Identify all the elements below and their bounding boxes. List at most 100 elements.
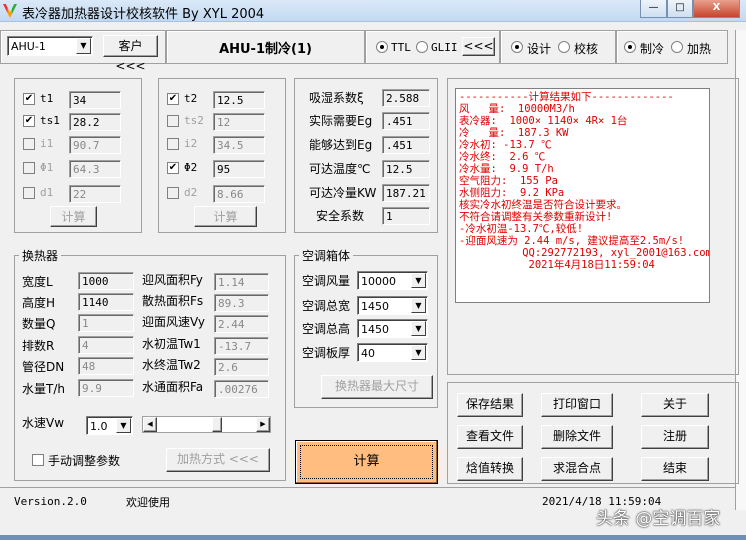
radio-heat[interactable] (671, 41, 683, 53)
radio-glii[interactable] (416, 41, 428, 53)
chevron-down-icon: ▼ (76, 38, 91, 54)
action-button-4[interactable]: 删除文件 (541, 425, 613, 449)
outlet-checkbox-1[interactable] (167, 115, 179, 127)
exchanger-right-label-2: 迎面风速Vy (142, 315, 205, 329)
inlet-input-1[interactable]: 28.2 (69, 113, 121, 131)
exchanger-right-input-4: 2.6 (214, 358, 269, 376)
ahu-select-1[interactable]: 1450 ▼ (357, 296, 428, 315)
action-button-3[interactable]: 查看文件 (457, 425, 523, 449)
action-button-1[interactable]: 打印窗口 (541, 393, 613, 417)
radio-ttl[interactable] (376, 41, 388, 53)
coeff-input-5[interactable]: 1 (382, 207, 430, 225)
exchanger-left-input-1[interactable]: 1140 (78, 293, 134, 311)
ahu-select-value: 1450 (361, 323, 389, 336)
ahu-label-2: 空调总高 (302, 322, 351, 336)
inlet-checkbox-3[interactable] (23, 162, 35, 174)
ahu-label-1: 空调总宽 (302, 299, 351, 313)
result-line: 2021年4月18日11:59:04 (459, 259, 655, 271)
inlet-calc-button[interactable]: 计算 (50, 206, 97, 227)
exchanger-right-label-0: 迎风面积Fy (142, 273, 203, 287)
exchanger-left-input-0[interactable]: 1000 (78, 272, 134, 290)
outlet-calc-button[interactable]: 计算 (194, 206, 257, 227)
water-speed-select[interactable]: 1.0 ▼ (86, 416, 133, 435)
water-speed-label: 水速Vw (22, 416, 65, 430)
exchanger-left-input-2[interactable]: 1 (78, 314, 134, 332)
outlet-input-1[interactable]: 12 (213, 113, 265, 131)
radio-glii-label: GLII (431, 41, 458, 54)
outlet-input-4[interactable]: 8.66 (213, 185, 265, 203)
inlet-input-4[interactable]: 22 (69, 185, 121, 203)
exchanger-left-input-3[interactable]: 4 (78, 336, 134, 354)
action-button-6[interactable]: 焓值转换 (457, 457, 523, 481)
action-button-7[interactable]: 求混合点 (541, 457, 613, 481)
maximize-button[interactable]: □ (667, 0, 693, 18)
inlet-checkbox-1[interactable]: ✔ (23, 115, 35, 127)
ahu-select-3[interactable]: 40 ▼ (357, 343, 428, 362)
inlet-checkbox-2[interactable] (23, 138, 35, 150)
radio-design[interactable] (511, 41, 523, 53)
inlet-label-1: ts1 (40, 114, 60, 127)
inlet-checkbox-4[interactable] (23, 187, 35, 199)
inlet-input-3[interactable]: 64.3 (69, 160, 121, 178)
radio-cool-label: 制冷 (640, 42, 665, 56)
close-button[interactable]: X (693, 0, 740, 18)
action-button-5[interactable]: 注册 (641, 425, 709, 449)
client-button[interactable]: 客户<<< (103, 35, 158, 73)
welcome-label: 欢迎使用 (126, 496, 170, 509)
outlet-input-0[interactable]: 12.5 (213, 91, 265, 109)
coeff-input-3[interactable]: 12.5 (382, 160, 430, 178)
outlet-checkbox-4[interactable] (167, 187, 179, 199)
outlet-checkbox-0[interactable]: ✔ (167, 93, 179, 105)
ahu-select-value: 40 (361, 347, 375, 360)
exchanger-left-label-0: 宽度L (22, 275, 53, 289)
coil-select-button[interactable]: <<< (462, 37, 495, 56)
outlet-checkbox-3[interactable]: ✔ (167, 162, 179, 174)
outlet-input-3[interactable]: 95 (213, 160, 265, 178)
result-text-area[interactable]: -----------计算结果如下------------- 风 量: 10000… (455, 88, 710, 303)
radio-heat-label: 加热 (687, 42, 712, 56)
window-title: 表冷器加热器设计校核软件 By XYL 2004 (22, 7, 265, 22)
action-button-8[interactable]: 结束 (641, 457, 709, 481)
coeff-input-0[interactable]: 2.588 (382, 89, 430, 107)
result-line: -----------计算结果如下------------- (459, 91, 674, 103)
inlet-input-2[interactable]: 90.7 (69, 136, 121, 154)
exchanger-left-input-4[interactable]: 48 (78, 357, 134, 375)
scroll-right-icon[interactable]: ▶ (256, 417, 270, 432)
scroll-left-icon[interactable]: ◀ (143, 417, 157, 432)
result-line: 风 量: 10000M3/h (459, 103, 575, 115)
ahu-select-0[interactable]: 10000 ▼ (357, 271, 428, 290)
unit-select-value: AHU-1 (11, 40, 46, 53)
result-line: 水侧阻力: 9.2 KPa (459, 187, 565, 199)
slider-thumb[interactable] (212, 417, 223, 432)
inlet-input-0[interactable]: 34 (69, 91, 121, 109)
chevron-down-icon: ▼ (411, 345, 426, 360)
inlet-label-2: i1 (40, 137, 54, 150)
radio-ttl-label: TTL (391, 41, 411, 54)
water-speed-value: 1.0 (90, 420, 108, 433)
unit-select[interactable]: AHU-1 ▼ (7, 36, 93, 56)
outlet-checkbox-2[interactable] (167, 138, 179, 150)
coeff-input-4[interactable]: 187.21 (382, 184, 430, 202)
result-line: QQ:292772193, xyl_2001@163.com (459, 247, 710, 259)
heat-mode-button[interactable]: 加热方式 <<< (166, 448, 270, 472)
action-button-0[interactable]: 保存结果 (457, 393, 523, 417)
radio-cool[interactable] (624, 41, 636, 53)
result-line: 不符合请调整有关参数重新设计! (459, 211, 613, 223)
exchanger-left-input-5[interactable]: 9.9 (78, 379, 134, 397)
ahu-select-2[interactable]: 1450 ▼ (357, 319, 428, 338)
inlet-checkbox-0[interactable]: ✔ (23, 93, 35, 105)
calculate-button[interactable]: 计算 (295, 440, 438, 484)
result-line: -冷水初温-13.7℃,较低! (459, 223, 584, 235)
coeff-input-1[interactable]: .451 (382, 112, 430, 130)
minimize-button[interactable]: — (640, 0, 667, 18)
max-size-button[interactable]: 换热器最大尺寸 (321, 375, 433, 399)
outlet-input-2[interactable]: 34.5 (213, 136, 265, 154)
result-line: -迎面风速为 2.44 m/s, 建议提高至2.5m/s! (459, 235, 685, 247)
exchanger-right-input-5: .00276 (214, 380, 269, 398)
radio-check[interactable] (558, 41, 570, 53)
exchanger-right-input-0: 1.14 (214, 273, 269, 291)
water-speed-slider[interactable]: ◀ ▶ (142, 416, 271, 433)
coeff-input-2[interactable]: .451 (382, 136, 430, 154)
action-button-2[interactable]: 关于 (641, 393, 709, 417)
manual-adjust-checkbox[interactable] (32, 454, 44, 466)
